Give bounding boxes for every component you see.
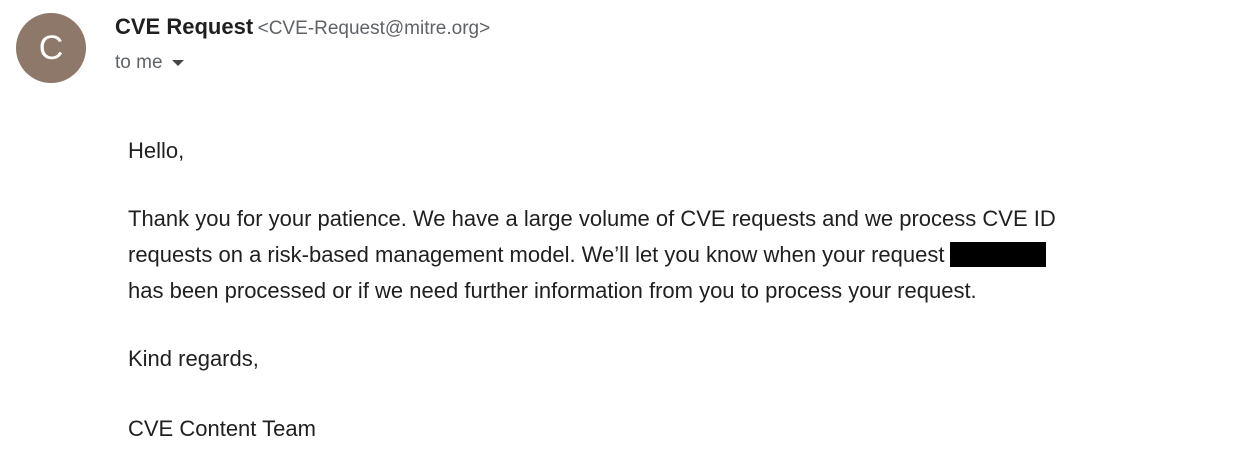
sender-name[interactable]: CVE Request (115, 14, 253, 39)
recipients-label: to me (115, 52, 163, 73)
message-header: CVE Request <CVE-Request@mitre.org> (115, 14, 490, 40)
sender-avatar[interactable]: C (16, 13, 86, 83)
redaction-box (950, 242, 1047, 267)
closing-text: Kind regards, (128, 346, 259, 371)
main-paragraph: Thank you for your patience. We have a l… (128, 201, 1148, 309)
greeting-text: Hello, (128, 138, 185, 163)
recipients-toggle[interactable]: to me (115, 52, 184, 74)
caret-down-icon[interactable] (171, 59, 184, 66)
body-line-3: has been processed or if we need further… (128, 278, 977, 303)
signature-text: CVE Content Team (128, 416, 316, 441)
message-body: Hello, Thank you for your patience. We h… (128, 133, 1148, 447)
body-line-2: requests on a risk-based management mode… (128, 242, 945, 267)
sender-email: <CVE-Request@mitre.org> (257, 18, 491, 39)
body-line-1: Thank you for your patience. We have a l… (128, 206, 1056, 231)
